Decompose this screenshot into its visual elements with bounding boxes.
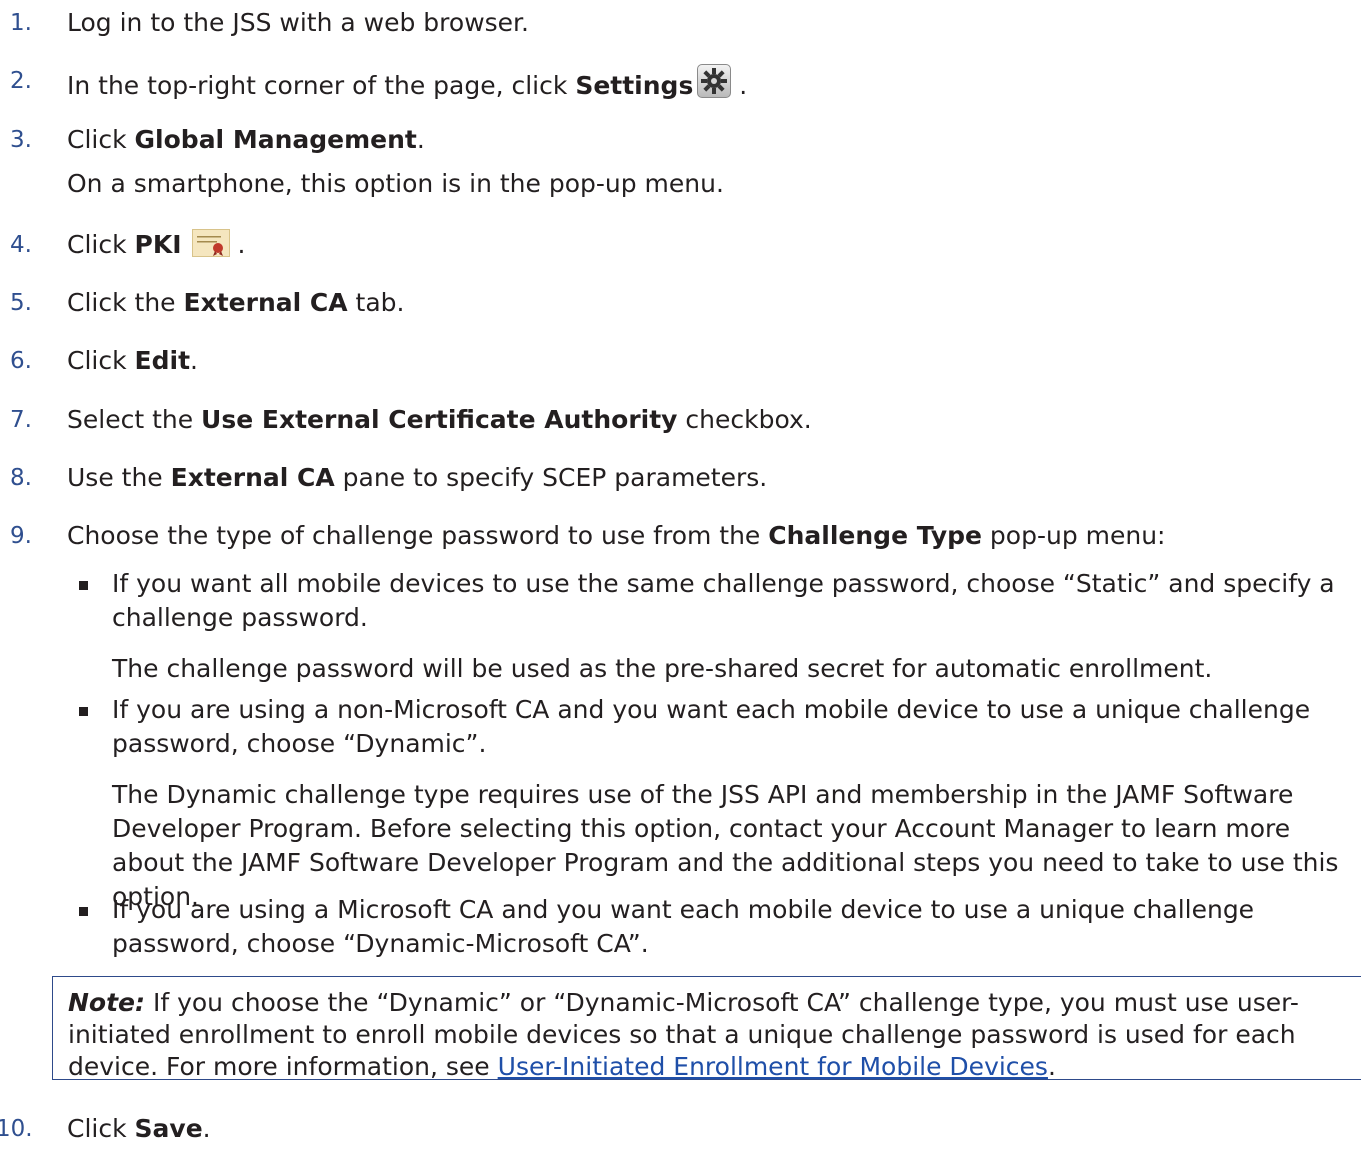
- step-text: Select the Use External Certificate Auth…: [67, 405, 812, 434]
- step-text: Use the External CA pane to specify SCEP…: [67, 463, 768, 492]
- certificate-icon: [191, 229, 230, 257]
- note-label: Note:: [68, 988, 146, 1017]
- step-text: Click Global Management.: [67, 125, 425, 154]
- step-number: 6.: [10, 348, 32, 374]
- step-number: 8.: [10, 465, 32, 491]
- step-number: 7.: [10, 407, 32, 433]
- step-number: 9.: [10, 523, 32, 549]
- step-number: 4.: [10, 232, 32, 258]
- step-text: Click Edit.: [67, 346, 198, 375]
- step-text: Choose the type of challenge password to…: [67, 521, 1166, 550]
- bullet-marker: [79, 707, 88, 716]
- bullet-marker: [79, 907, 88, 916]
- bullet-item: If you want all mobile devices to use th…: [79, 567, 1352, 635]
- step-text: Click the External CA tab.: [67, 288, 405, 317]
- step-number: 2.: [10, 68, 32, 94]
- user-initiated-enrollment-link[interactable]: User-Initiated Enrollment for Mobile Dev…: [498, 1052, 1048, 1081]
- step-text: In the top-right corner of the page, cli…: [67, 64, 747, 103]
- bullet-marker: [79, 581, 88, 590]
- step-note: On a smartphone, this option is in the p…: [67, 169, 724, 198]
- bullet-paragraph: The challenge password will be used as t…: [112, 654, 1213, 683]
- bullet-item: If you are using a non-Microsoft CA and …: [79, 693, 1352, 761]
- settings-label: Settings: [575, 71, 694, 100]
- step-text: Click Save.: [67, 1114, 211, 1143]
- note-box: Note: If you choose the “Dynamic” or “Dy…: [52, 976, 1361, 1081]
- step-number: 5.: [10, 290, 32, 316]
- step-number: 10.: [0, 1116, 33, 1142]
- step-text: Log in to the JSS with a web browser.: [67, 8, 529, 37]
- step-number: 3.: [10, 127, 32, 153]
- gear-icon: [697, 64, 732, 98]
- bullet-item: If you are using a Microsoft CA and you …: [79, 893, 1352, 961]
- step-text: Click PKI .: [67, 229, 246, 259]
- step-number: 1.: [10, 10, 32, 36]
